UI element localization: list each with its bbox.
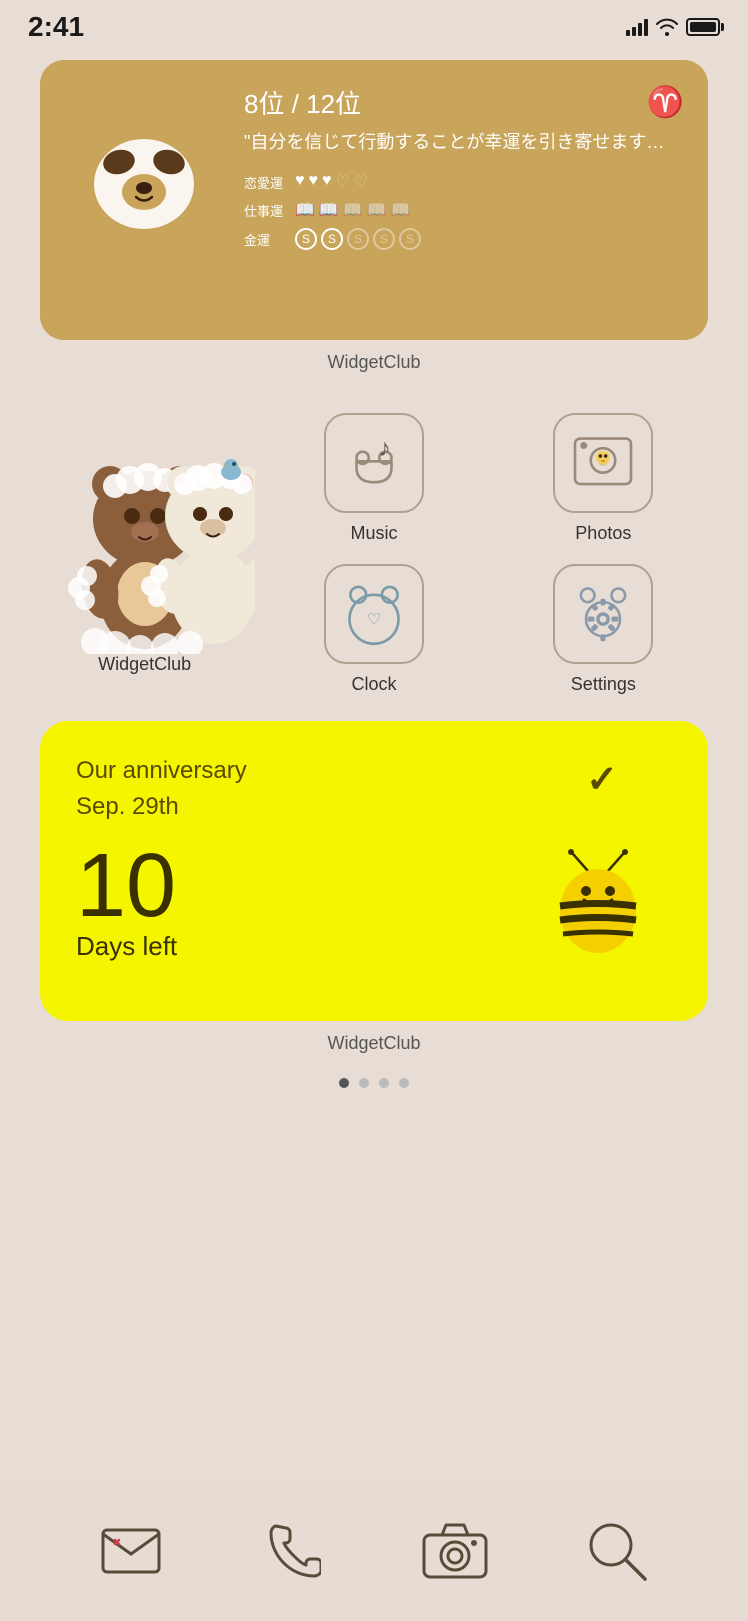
status-icons xyxy=(626,18,720,36)
phone-icon[interactable] xyxy=(258,1516,328,1586)
money-fortune-row: 金運 S S S S S xyxy=(244,228,684,250)
dot-3[interactable] xyxy=(379,1078,389,1088)
widget1-label: WidgetClub xyxy=(0,352,748,373)
love-icons: ♥ ♥ ♥ ♡ ♡ xyxy=(295,172,368,192)
battery-icon xyxy=(686,18,720,36)
anniversary-title: Our anniversarySep. 29th xyxy=(76,753,672,825)
page-dots xyxy=(0,1078,748,1088)
money-label: 金運 xyxy=(244,230,289,249)
svg-text:♪: ♪ xyxy=(378,435,390,462)
clock-icon: ♡ xyxy=(324,564,424,664)
music-icon: ♪ xyxy=(324,413,424,513)
bear-face xyxy=(64,84,224,244)
signal-icon xyxy=(626,18,648,36)
settings-label: Settings xyxy=(571,674,636,695)
music-label: Music xyxy=(350,523,397,544)
photos-icon xyxy=(553,413,653,513)
work-icons: 📖 📖 📖 📖 📖 xyxy=(295,200,411,220)
horoscope-content: 8位 / 12位 ♈ "自分を信じて行動することが幸運を引き寄せます… 恋愛運 … xyxy=(244,84,684,250)
settings-icon xyxy=(553,564,653,664)
horoscope-quote: "自分を信じて行動することが幸運を引き寄せます… xyxy=(244,129,684,156)
love-label: 恋愛運 xyxy=(244,173,289,192)
status-time: 2:41 xyxy=(28,11,84,43)
wifi-icon xyxy=(656,18,678,36)
photos-label: Photos xyxy=(575,523,631,544)
horoscope-widget[interactable]: 8位 / 12位 ♈ "自分を信じて行動することが幸運を引き寄せます… 恋愛運 … xyxy=(40,60,708,340)
aries-symbol: ♈ xyxy=(647,85,684,120)
horoscope-rank: 8位 / 12位 ♈ xyxy=(244,84,684,121)
camera-icon[interactable] xyxy=(420,1516,490,1586)
rilakkuma-widget[interactable]: WidgetClub xyxy=(30,403,259,705)
money-icons: S S S S S xyxy=(295,228,421,250)
dot-2[interactable] xyxy=(359,1078,369,1088)
dot-4[interactable] xyxy=(399,1078,409,1088)
status-bar: 2:41 xyxy=(0,0,748,50)
settings-app[interactable]: Settings xyxy=(489,554,718,705)
anniversary-widget[interactable]: Our anniversarySep. 29th ✓ 10 Days left xyxy=(40,721,708,1021)
love-fortune-row: 恋愛運 ♥ ♥ ♥ ♡ ♡ xyxy=(244,172,684,192)
work-label: 仕事運 xyxy=(244,201,289,220)
rilakkuma-svg xyxy=(35,434,255,654)
work-fortune-row: 仕事運 📖 📖 📖 📖 📖 xyxy=(244,200,684,220)
photos-app[interactable]: Photos xyxy=(489,403,718,554)
clock-label: Clock xyxy=(351,674,396,695)
dot-1[interactable] xyxy=(339,1078,349,1088)
clock-app[interactable]: ♡ Clock xyxy=(259,554,488,705)
music-app[interactable]: ♪ Music xyxy=(259,403,488,554)
app-grid: ♪ Music Photos xyxy=(30,403,718,705)
dock xyxy=(0,1481,748,1621)
rilakkuma-label: WidgetClub xyxy=(98,654,191,675)
bee-decoration xyxy=(538,846,658,971)
mail-icon[interactable] xyxy=(96,1516,166,1586)
widget2-label: WidgetClub xyxy=(0,1033,748,1054)
checkmark-icon: ✓ xyxy=(586,757,618,802)
search-icon[interactable] xyxy=(582,1516,652,1586)
svg-text:♡: ♡ xyxy=(367,612,381,629)
